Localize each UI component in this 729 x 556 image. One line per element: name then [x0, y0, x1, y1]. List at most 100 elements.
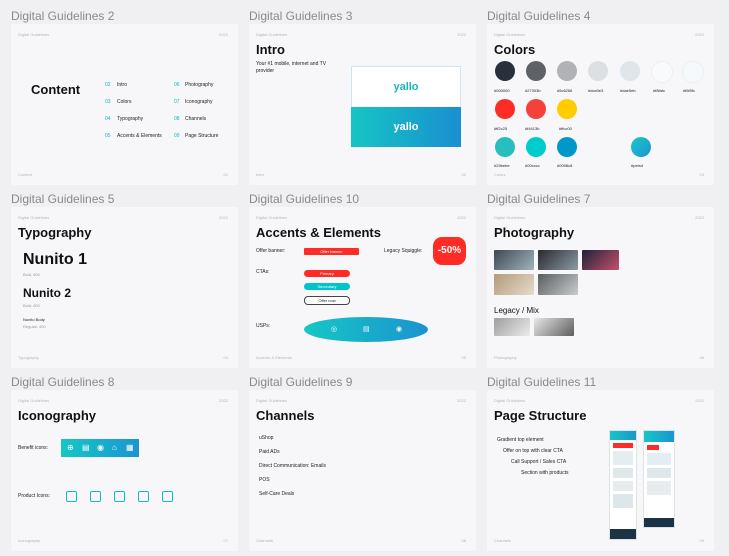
color-swatch — [526, 99, 546, 119]
product-icon — [90, 491, 101, 502]
color-hex: #0098c8 — [557, 163, 573, 168]
toc-label: Page Structure — [185, 133, 219, 139]
toc-label: Typography — [117, 116, 144, 122]
font-sample-3: Nunito Body — [23, 317, 45, 322]
benefit-icons-label: Benefit icons: — [18, 445, 49, 451]
usps-label: USPs: — [256, 323, 271, 329]
channel-item: Paid ADs — [259, 449, 280, 455]
year-label: 2022 — [219, 215, 228, 220]
toc-number: 07 — [174, 99, 180, 105]
slide-iconography[interactable]: Digital Guidelines 2022 Iconography Bene… — [11, 390, 238, 551]
footer-label: Iconography — [18, 538, 41, 543]
brand-label: Digital Guidelines — [18, 32, 50, 37]
slide-accents[interactable]: Digital Guidelines 2022 Accents & Elemen… — [249, 207, 476, 368]
color-hex: #dae5eb — [620, 88, 636, 93]
page-number: 01 — [223, 172, 228, 177]
color-swatch — [526, 61, 546, 81]
benefit-icon: ▤ — [82, 443, 90, 452]
color-swatch — [557, 99, 577, 119]
slide-heading: Intro — [256, 42, 285, 57]
yallo-logo: yallo — [393, 81, 419, 93]
slide-content[interactable]: Digital Guidelines 2022 Content 02 Intro … — [11, 24, 238, 185]
channel-item: Self-Care Deals — [259, 491, 295, 497]
color-hex: #ffcc00 — [559, 126, 572, 131]
offer-banner[interactable]: Offer banner — [304, 248, 359, 255]
structure-item: Gradient top element — [497, 437, 544, 443]
frame-title[interactable]: Digital Guidelines 4 — [487, 9, 590, 23]
toc-number: 05 — [105, 133, 111, 139]
slide-typography[interactable]: Digital Guidelines 2022 Typography Nunit… — [11, 207, 238, 368]
toc-label: Accents & Elements — [117, 133, 162, 139]
frame-title[interactable]: Digital Guidelines 10 — [249, 192, 359, 206]
toc-number: 03 — [105, 99, 111, 105]
frame-title[interactable]: Digital Guidelines 9 — [249, 375, 352, 389]
legacy-heading: Legacy / Mix — [494, 306, 539, 315]
channel-item: Direct Communication: Emails — [259, 463, 326, 469]
color-swatch — [526, 137, 546, 157]
structure-item: Call Support / Sales CTA — [511, 459, 567, 465]
slide-photography[interactable]: Digital Guidelines 2022 Photography Lega… — [487, 207, 714, 368]
footer-label: Content — [18, 172, 33, 177]
brand-label: Digital Guidelines — [494, 32, 526, 37]
year-label: 2022 — [695, 215, 704, 220]
cta-primary-button[interactable]: Primary — [304, 270, 350, 277]
color-hex: #f4413b — [525, 126, 540, 131]
frame-title[interactable]: Digital Guidelines 8 — [11, 375, 114, 389]
footer-label: Typography — [18, 355, 39, 360]
squiggle-label: Legacy Squiggle: — [384, 248, 423, 254]
year-label: 2022 — [695, 398, 704, 403]
toc-number: 02 — [105, 82, 111, 88]
channel-item: POS — [259, 477, 270, 483]
font-sample-1: Nunito 1 — [23, 251, 87, 268]
page-number: 02 — [461, 172, 466, 177]
frame-title[interactable]: Digital Guidelines 11 — [487, 375, 596, 389]
page-preview — [643, 430, 675, 528]
footer-label: Intro — [256, 172, 265, 177]
color-swatch — [495, 61, 515, 81]
slide-intro[interactable]: Digital Guidelines 2022 Intro Your #1 mo… — [249, 24, 476, 185]
toc-label: Intro — [117, 82, 128, 88]
footer-label: Channels — [494, 538, 511, 543]
photo-thumbnail — [494, 318, 530, 336]
brand-label: Digital Guidelines — [494, 398, 526, 403]
slide-page-structure[interactable]: Digital Guidelines 2022 Page Structure G… — [487, 390, 714, 551]
year-label: 2022 — [219, 398, 228, 403]
frame-title[interactable]: Digital Guidelines 2 — [11, 9, 114, 23]
benefit-icon: ⊕ — [67, 443, 74, 452]
slide-heading: Accents & Elements — [256, 225, 381, 240]
color-hex: #f8fafc — [653, 88, 666, 93]
toc-number: 04 — [105, 116, 111, 122]
slide-colors[interactable]: Digital Guidelines 2022 Colors #000000 #… — [487, 24, 714, 185]
yallo-logo: yallo — [393, 121, 419, 133]
year-label: 2022 — [695, 32, 704, 37]
frame-title[interactable]: Digital Guidelines 3 — [249, 9, 352, 23]
cta-secondary-button[interactable]: Secondary — [304, 283, 350, 290]
cta-offer-button[interactable]: Offer now — [304, 296, 350, 305]
footer-label: Channels — [256, 538, 273, 543]
frame-title[interactable]: Digital Guidelines 7 — [487, 192, 590, 206]
usp-icon-3: ◉ — [396, 326, 403, 333]
color-hex: #petrol — [631, 163, 644, 168]
color-swatch-gradient — [631, 137, 651, 157]
color-swatch — [495, 137, 515, 157]
offer-banner-label: Offer banner: — [256, 248, 286, 254]
toc-label: Iconography — [185, 99, 213, 105]
photo-thumbnail — [538, 274, 578, 295]
font-weight-label: Bold, 800 — [23, 272, 40, 277]
year-label: 2022 — [457, 398, 466, 403]
slide-channels[interactable]: Digital Guidelines 2022 Channels uShop P… — [249, 390, 476, 551]
structure-item: Section with products — [521, 470, 569, 476]
brand-label: Digital Guidelines — [494, 215, 526, 220]
page-preview — [609, 430, 637, 540]
color-hex: #000000 — [494, 88, 510, 93]
page-number: 05 — [461, 355, 466, 360]
discount-squiggle: -50% — [433, 237, 466, 265]
page-number: 03 — [699, 172, 704, 177]
font-weight-label: Regular, 400 — [23, 324, 46, 329]
toc-number: 08 — [174, 116, 180, 122]
frame-title[interactable]: Digital Guidelines 5 — [11, 192, 114, 206]
structure-item: Offer on top with clear CTA — [503, 448, 563, 454]
color-hex: #ff2c25 — [494, 126, 508, 131]
brand-label: Digital Guidelines — [18, 215, 50, 220]
photo-thumbnail — [494, 250, 534, 270]
